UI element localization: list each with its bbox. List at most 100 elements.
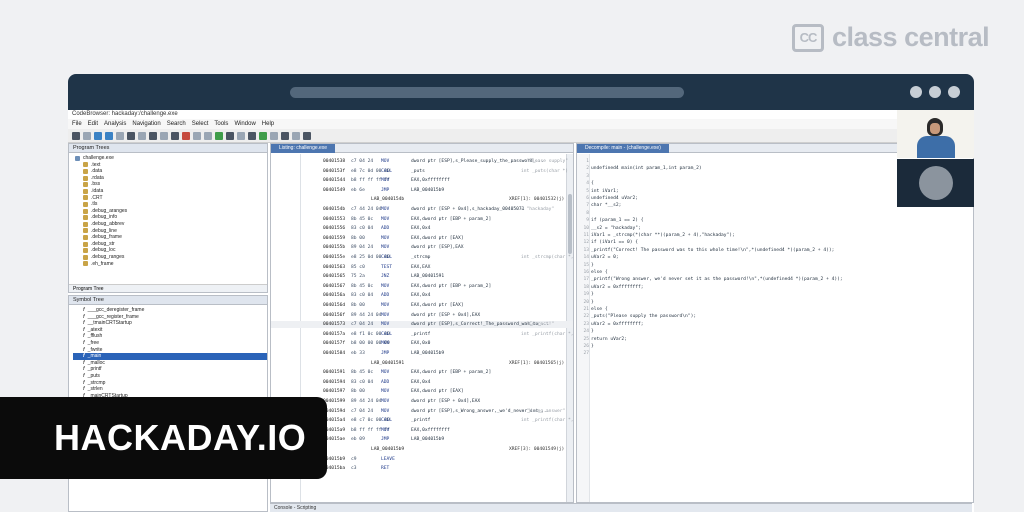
decompiler-line[interactable]: 19 } <box>577 291 973 298</box>
tool-icon[interactable] <box>149 131 157 140</box>
menu-navigation[interactable]: Navigation <box>132 119 160 129</box>
tool-icon[interactable] <box>193 131 201 140</box>
decompiler-line[interactable]: 27 <box>577 350 973 357</box>
listing-row[interactable]: 00401538 c7 04 24 MOV dword ptr [ESP],s_Ple… <box>271 158 573 165</box>
listing-row[interactable]: 00401556 83 c0 04 ADD EAX,0x4 <box>271 225 573 232</box>
symbol-function[interactable]: f ___gcc_deregister_frame <box>73 307 267 314</box>
tree-section[interactable]: .debug_line <box>75 228 267 235</box>
symbol-function[interactable]: f _strlen <box>73 386 267 393</box>
tree-root[interactable]: challenge.exe <box>75 155 267 162</box>
tool-icon[interactable] <box>226 131 234 140</box>
tool-icon[interactable] <box>160 131 168 140</box>
tool-icon[interactable] <box>270 131 278 140</box>
listing-row[interactable]: 00401553 8b 45 0c MOV EAX,dword ptr [EBP + … <box>271 216 573 223</box>
listing-row[interactable]: 00401563 85 c0 TEST EAX,EAX <box>271 264 573 271</box>
listing-row[interactable]: 0040153f e8 7c 0d 00 00 CALL _puts int _puts… <box>271 168 573 175</box>
decompiler-line[interactable]: 17 _printf("Wrong answer, we'd never set… <box>577 276 973 283</box>
symbol-function[interactable]: f __tmainCRTStartup <box>73 320 267 327</box>
decompiler-line[interactable]: 9 if (param_1 == 2) { <box>577 217 973 224</box>
menu-edit[interactable]: Edit <box>88 119 98 129</box>
tool-icon[interactable] <box>204 131 212 140</box>
symbol-function[interactable]: f _fwrite <box>73 347 267 354</box>
tree-section[interactable]: .tls <box>75 201 267 208</box>
open-icon[interactable] <box>72 131 80 140</box>
decompiler-line[interactable]: 12 if (iVar1 == 0) { <box>577 239 973 246</box>
window-dot-icon[interactable] <box>929 86 941 98</box>
listing-row[interactable]: 00401591 8b 45 0c MOV EAX,dword ptr [EBP + … <box>271 369 573 376</box>
decompiler-line[interactable]: 20 } <box>577 299 973 306</box>
symbol-function[interactable]: f ___gcc_register_frame <box>73 314 267 321</box>
tree-section[interactable]: .idata <box>75 188 267 195</box>
menu-select[interactable]: Select <box>192 119 209 129</box>
menu-analysis[interactable]: Analysis <box>104 119 126 129</box>
listing-label-row[interactable]: LAB_00401591 XREF[1]: 00401565(j) <box>271 360 573 367</box>
save-icon[interactable] <box>83 131 91 140</box>
decompiler-line[interactable]: 18 uVar2 = 0xffffffff; <box>577 284 973 291</box>
tree-section[interactable]: .debug_info <box>75 214 267 221</box>
menu-window[interactable]: Window <box>234 119 255 129</box>
tree-section[interactable]: .debug_aranges <box>75 208 267 215</box>
symbol-function[interactable]: f _printf <box>73 366 267 373</box>
listing-row[interactable]: 0040155b 89 04 24 MOV dword ptr [ESP],EAX <box>271 244 573 251</box>
listing-row[interactable]: 00401594 83 c0 04 ADD EAX,0x4 <box>271 379 573 386</box>
nav-icon[interactable] <box>116 131 124 140</box>
back-icon[interactable] <box>94 131 102 140</box>
symbol-function[interactable]: f _free <box>73 340 267 347</box>
tree-section[interactable]: .debug_str <box>75 241 267 248</box>
decompiler-line[interactable]: 15 } <box>577 262 973 269</box>
console-panel[interactable]: Console - Scripting <box>270 503 972 512</box>
listing-row[interactable]: 00401565 75 2a JNZ LAB_00401591 <box>271 273 573 280</box>
decompiler-line[interactable]: 8 <box>577 210 973 217</box>
tree-section[interactable]: .debug_ranges <box>75 254 267 261</box>
listing-row[interactable]: 0040154b c7 44 24 04 MOV dword ptr [ESP + 0… <box>271 206 573 213</box>
window-dot-icon[interactable] <box>948 86 960 98</box>
tool-icon[interactable] <box>303 131 311 140</box>
tab-listing[interactable]: Listing: challenge.exe <box>271 144 336 153</box>
decompiler-line[interactable]: 14 uVar2 = 0; <box>577 254 973 261</box>
menu-tools[interactable]: Tools <box>214 119 228 129</box>
tab-decompile[interactable]: Decompile: main - (challenge.exe) <box>577 144 669 153</box>
program-tree-tab[interactable]: Program Tree <box>69 284 267 292</box>
tree-section[interactable]: .eh_frame <box>75 261 267 268</box>
menu-search[interactable]: Search <box>167 119 186 129</box>
listing-row[interactable]: 0040156d 8b 00 MOV EAX,dword ptr [EAX] <box>271 302 573 309</box>
listing-row[interactable]: 00401573 c7 04 24 MOV dword ptr [ESP],s_Cor… <box>271 321 573 329</box>
decompiler-line[interactable]: 10 __s2 = "hackaday"; <box>577 225 973 232</box>
decompiler-line[interactable]: 16 else { <box>577 269 973 276</box>
forward-icon[interactable] <box>105 131 113 140</box>
listing-row[interactable]: 00401544 b8 ff ff ff ff MOV EAX,0xffffffff <box>271 177 573 184</box>
decompiler-line[interactable]: 21 else { <box>577 306 973 313</box>
tool-icon[interactable] <box>138 131 146 140</box>
listing-row[interactable]: 00401567 8b 45 0c MOV EAX,dword ptr [EBP + … <box>271 283 573 290</box>
url-bar[interactable] <box>290 87 684 98</box>
tool-icon[interactable] <box>237 131 245 140</box>
tree-section[interactable]: .debug_loc <box>75 247 267 254</box>
symbol-function[interactable]: f _strcmp <box>73 380 267 387</box>
symbol-function[interactable]: f _malloc <box>73 360 267 367</box>
menu-file[interactable]: File <box>72 119 82 129</box>
tool-icon[interactable] <box>248 131 256 140</box>
symbol-function[interactable]: f _main <box>73 353 267 360</box>
listing-row[interactable]: 00401597 8b 00 MOV EAX,dword ptr [EAX] <box>271 388 573 395</box>
tool-icon[interactable] <box>127 131 135 140</box>
window-dot-icon[interactable] <box>910 86 922 98</box>
decompiler-line[interactable]: 22 _puts("Please supply the password\n")… <box>577 313 973 320</box>
tool-icon[interactable] <box>259 131 267 140</box>
decompiler-line[interactable]: 11 iVar1 = _strcmp(*(char **)(param_2 + … <box>577 232 973 239</box>
symbol-function[interactable]: f _fflush <box>73 333 267 340</box>
tree-section[interactable]: .debug_frame <box>75 234 267 241</box>
decompiler-line[interactable]: 13 _printf("Correct! The password was to… <box>577 247 973 254</box>
decompiler-line[interactable]: 25 return uVar2; <box>577 336 973 343</box>
tree-section[interactable]: .rdata <box>75 175 267 182</box>
listing-row[interactable]: 0040155e e8 25 0d 00 00 CALL _strcmp int _st… <box>271 254 573 261</box>
listing-row[interactable]: 0040157a e8 f1 0c 00 00 CALL _printf int _pr… <box>271 331 573 338</box>
symbol-function[interactable]: f _atexit <box>73 327 267 334</box>
listing-row[interactable]: 0040156a 83 c0 04 ADD EAX,0x4 <box>271 292 573 299</box>
stop-icon[interactable] <box>182 131 190 140</box>
tree-section[interactable]: .text <box>75 162 267 169</box>
tool-icon[interactable] <box>292 131 300 140</box>
decompiler-line[interactable]: 24 } <box>577 328 973 335</box>
check-icon[interactable] <box>215 131 223 140</box>
listing-label-row[interactable]: LAB_0040154b XREF[1]: 00401532(j) <box>271 196 573 203</box>
symbol-function[interactable]: f _puts <box>73 373 267 380</box>
